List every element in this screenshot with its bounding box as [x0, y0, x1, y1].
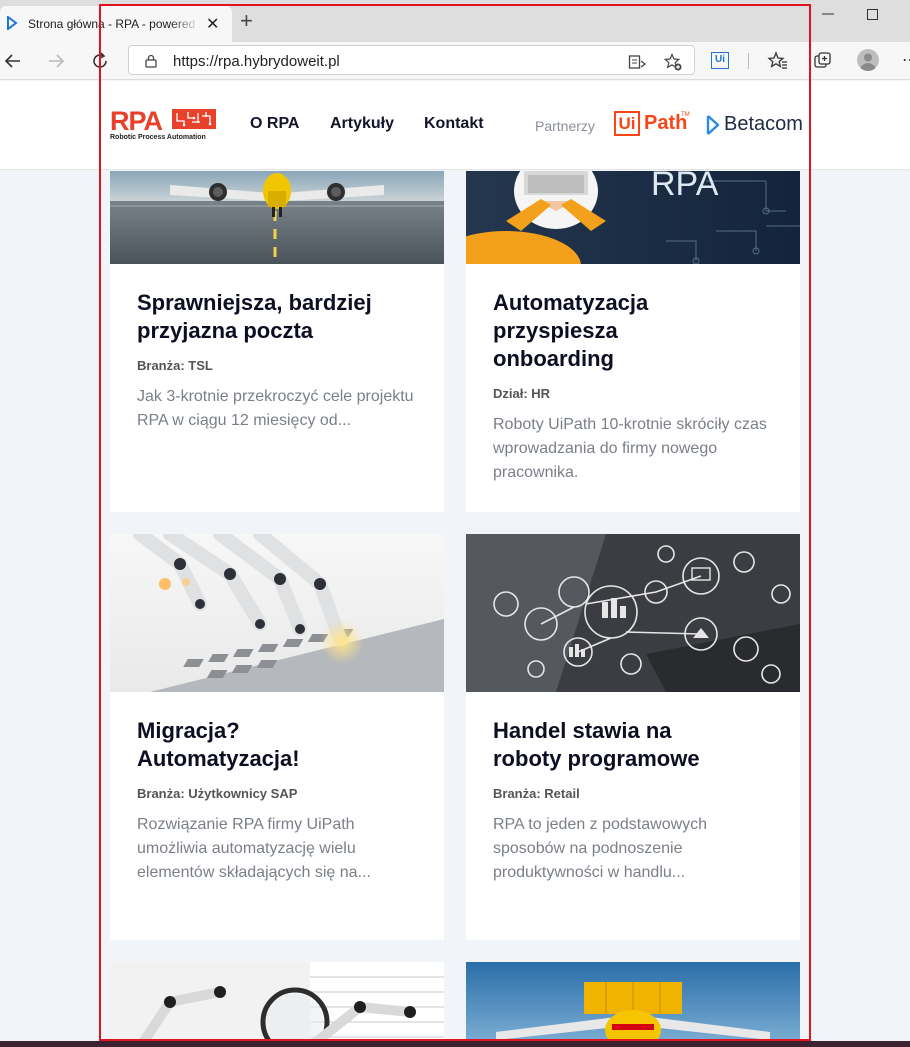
article-card[interactable]: RPA Automatyzacja przyspiesza onboarding…: [466, 171, 800, 512]
browser-tab-bar: Strona główna - RPA - powered by ✕ +: [0, 0, 910, 42]
article-card[interactable]: [110, 962, 444, 1047]
article-card[interactable]: Sprawniejsza, bardziej przyjazna poczta …: [110, 171, 444, 512]
card-title[interactable]: Migracja? Automatyzacja!: [137, 717, 300, 773]
card-category: Branża: Retail: [493, 786, 580, 801]
betacom-text: Betacom: [724, 113, 803, 135]
article-card[interactable]: Migracja? Automatyzacja! Branża: Użytkow…: [110, 534, 444, 940]
site-header: RPA Robotic Process Automation O RPA Art…: [0, 81, 910, 170]
card-excerpt: Rozwiązanie RPA firmy UiPath umożliwia a…: [137, 816, 371, 881]
rpa-logo[interactable]: RPA Robotic Process Automation: [110, 106, 220, 146]
card-image-robot-hand[interactable]: [110, 534, 444, 692]
uipath-extension-icon[interactable]: Ui: [711, 52, 729, 69]
circuit-chip-icon: [172, 109, 216, 129]
browser-tab[interactable]: Strona główna - RPA - powered by ✕: [0, 6, 232, 42]
maximize-icon[interactable]: [867, 9, 878, 20]
card-category: Dział: HR: [493, 386, 551, 401]
card-image-airplane[interactable]: [110, 171, 444, 264]
card-excerpt: Jak 3-krotnie przekroczyć cele projektu …: [137, 388, 414, 429]
back-arrow-icon[interactable]: [2, 50, 24, 72]
nav-o-rpa[interactable]: O RPA: [250, 115, 299, 133]
logo-subtitle: Robotic Process Automation: [110, 134, 206, 141]
card-image-gears[interactable]: [466, 534, 800, 692]
card-image-laptop[interactable]: RPA: [466, 171, 800, 264]
card-category: Branża: TSL: [137, 358, 213, 373]
partners-label: Partnerzy: [535, 118, 595, 134]
article-card[interactable]: [466, 962, 800, 1047]
logo-text: RPA: [110, 106, 163, 136]
more-menu-icon[interactable]: ⋯: [902, 50, 910, 70]
site-favicon-icon: [7, 16, 18, 30]
card-excerpt: Roboty UiPath 10-krotnie skróciły czas w…: [493, 416, 767, 481]
minimize-icon[interactable]: [822, 8, 834, 20]
nav-artykuly[interactable]: Artykuły: [330, 115, 394, 133]
lock-icon[interactable]: [144, 54, 158, 68]
card-image-magnifier[interactable]: [110, 962, 444, 1047]
card-category: Branża: Użytkownicy SAP: [137, 786, 298, 801]
card-excerpt: RPA to jeden z podstawowych sposobów na …: [493, 816, 708, 881]
profile-avatar-icon[interactable]: [857, 49, 879, 71]
article-card[interactable]: Handel stawia na roboty programowe Branż…: [466, 534, 800, 940]
card-image-cargo-plane[interactable]: [466, 962, 800, 1047]
favorites-icon[interactable]: [767, 50, 789, 72]
card-title[interactable]: Handel stawia na roboty programowe: [493, 717, 700, 773]
address-bar[interactable]: https://rpa.hybrydoweit.pl: [128, 45, 695, 75]
browser-toolbar: https://rpa.hybrydoweit.pl Ui ⋯: [0, 42, 910, 80]
reload-icon[interactable]: [89, 50, 111, 72]
nav-kontakt[interactable]: Kontakt: [424, 115, 484, 133]
new-tab-button[interactable]: +: [240, 10, 253, 32]
card-title[interactable]: Sprawniejsza, bardziej przyjazna poczta: [137, 289, 372, 345]
rpa-image-text: RPA: [651, 171, 719, 203]
taskbar-strip: [0, 1041, 910, 1047]
forward-arrow-icon[interactable]: [45, 50, 67, 72]
reader-mode-icon[interactable]: [628, 53, 646, 71]
uipath-box: Ui: [614, 111, 640, 136]
uipath-trademark: TM: [681, 112, 690, 118]
betacom-logo-icon: [706, 115, 720, 135]
card-title[interactable]: Automatyzacja przyspiesza onboarding: [493, 289, 648, 373]
url-text[interactable]: https://rpa.hybrydoweit.pl: [173, 53, 340, 70]
tab-close-icon[interactable]: ✕: [206, 14, 219, 34]
add-favorite-icon[interactable]: [664, 53, 682, 71]
collections-icon[interactable]: [812, 50, 834, 72]
